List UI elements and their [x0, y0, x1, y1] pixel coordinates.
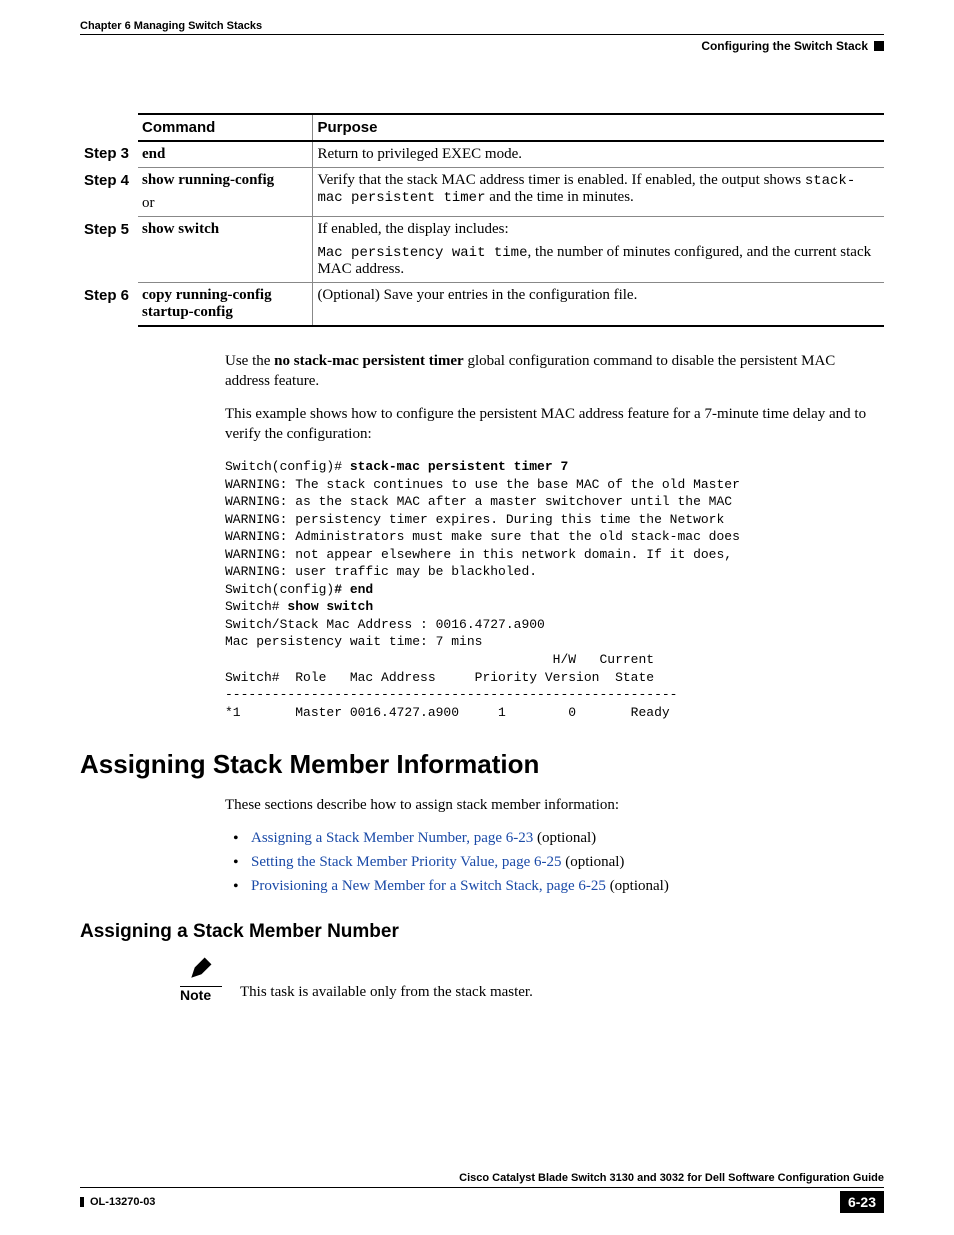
- body-text-block: Use the no stack-mac persistent timer gl…: [225, 352, 874, 721]
- p1-a: Use the: [225, 353, 274, 369]
- table-row: Step 4 show running-config or Verify tha…: [80, 168, 884, 217]
- header-marker-icon: [874, 41, 884, 51]
- footer-book-title: Cisco Catalyst Blade Switch 3130 and 303…: [80, 1172, 884, 1188]
- p1-b: no stack-mac persistent timer: [274, 353, 464, 369]
- cl: show switch: [287, 599, 373, 614]
- command-cell: end: [138, 141, 313, 168]
- table-row: Step 3 end Return to privileged EXEC mod…: [80, 141, 884, 168]
- purpose-pre: If enabled, the display includes:: [317, 221, 880, 238]
- col-header-purpose: Purpose: [313, 114, 884, 141]
- command-text: show running-config: [142, 172, 308, 189]
- note-left: Note: [180, 957, 222, 1003]
- xref-link[interactable]: Provisioning a New Member for a Switch S…: [251, 878, 606, 894]
- subsection-heading: Assigning a Stack Member Number: [80, 921, 884, 943]
- command-cell: show running-config or: [138, 168, 313, 217]
- page-footer: Cisco Catalyst Blade Switch 3130 and 303…: [80, 1172, 884, 1213]
- page-content: Command Purpose Step 3 end Return to pri…: [80, 113, 884, 1003]
- cl: Mac persistency wait time: 7 mins: [225, 634, 482, 649]
- list-item: Assigning a Stack Member Number, page 6-…: [251, 830, 874, 847]
- list-item: Setting the Stack Member Priority Value,…: [251, 854, 874, 871]
- command-steps-table: Command Purpose Step 3 end Return to pri…: [80, 113, 884, 327]
- cl: H/W Current: [225, 652, 654, 667]
- link-suffix: (optional): [606, 878, 669, 894]
- step-label: Step 6: [80, 283, 138, 327]
- footer-row: OL-13270-03 6-23: [80, 1191, 884, 1213]
- cl: # end: [334, 582, 373, 597]
- note-text: This task is available only from the sta…: [240, 984, 533, 1003]
- cl: Switch#: [225, 599, 287, 614]
- code-block: Switch(config)# stack-mac persistent tim…: [225, 458, 874, 721]
- purpose-text: (Optional) Save your entries in the conf…: [317, 287, 637, 303]
- xref-link[interactable]: Assigning a Stack Member Number, page 6-…: [251, 830, 533, 846]
- table-row: Step 5 show switch If enabled, the displ…: [80, 217, 884, 283]
- section-body: These sections describe how to assign st…: [225, 796, 874, 895]
- note-label: Note: [180, 987, 222, 1003]
- command-text: copy running-config startup-config: [142, 287, 272, 320]
- cl: Switch(config): [225, 582, 334, 597]
- cl: Switch/Stack Mac Address : 0016.4727.a90…: [225, 617, 545, 632]
- purpose-line2: Mac persistency wait time, the number of…: [317, 244, 880, 278]
- paragraph: Use the no stack-mac persistent timer gl…: [225, 352, 874, 391]
- cl: WARNING: The stack continues to use the …: [225, 477, 740, 492]
- page-number-badge: 6-23: [840, 1191, 884, 1213]
- chapter-label: Chapter 6 Managing Switch Stacks: [80, 20, 884, 32]
- section-heading: Assigning Stack Member Information: [80, 749, 884, 780]
- page-header: Chapter 6 Managing Switch Stacks: [80, 20, 884, 35]
- cl: stack-mac persistent timer 7: [350, 459, 568, 474]
- step-label: Step 5: [80, 217, 138, 283]
- list-item: Provisioning a New Member for a Switch S…: [251, 878, 874, 895]
- purpose-text: Return to privileged EXEC mode.: [317, 146, 522, 162]
- command-cell: copy running-config startup-config: [138, 283, 313, 327]
- link-suffix: (optional): [533, 830, 596, 846]
- command-extra: or: [142, 195, 308, 212]
- link-suffix: (optional): [562, 854, 625, 870]
- command-text: show switch: [142, 221, 219, 237]
- cl: ----------------------------------------…: [225, 687, 677, 702]
- purpose-cell: If enabled, the display includes: Mac pe…: [313, 217, 884, 283]
- paragraph: These sections describe how to assign st…: [225, 796, 874, 816]
- purpose-post: and the time in minutes.: [485, 189, 633, 205]
- document-page: Chapter 6 Managing Switch Stacks Configu…: [0, 0, 954, 1235]
- footer-doc-id: OL-13270-03: [80, 1196, 155, 1208]
- cl: WARNING: persistency timer expires. Duri…: [225, 512, 724, 527]
- cl: WARNING: as the stack MAC after a master…: [225, 494, 732, 509]
- cl: *1 Master 0016.4727.a900 1 0 Ready: [225, 705, 670, 720]
- cl: WARNING: user traffic may be blackholed.: [225, 564, 537, 579]
- purpose-cell: (Optional) Save your entries in the conf…: [313, 283, 884, 327]
- xref-link[interactable]: Setting the Stack Member Priority Value,…: [251, 854, 562, 870]
- purpose-pre: Verify that the stack MAC address timer …: [317, 172, 804, 188]
- section-label: Configuring the Switch Stack: [701, 39, 868, 53]
- cl: WARNING: not appear elsewhere in this ne…: [225, 547, 732, 562]
- step-label: Step 3: [80, 141, 138, 168]
- doc-id-text: OL-13270-03: [90, 1196, 155, 1208]
- purpose-mono: Mac persistency wait time: [317, 245, 527, 261]
- spacer-head: [80, 114, 138, 141]
- note-block: Note This task is available only from th…: [180, 957, 884, 1003]
- purpose-cell: Verify that the stack MAC address timer …: [313, 168, 884, 217]
- cl: Switch# Role Mac Address Priority Versio…: [225, 670, 654, 685]
- step-label: Step 4: [80, 168, 138, 217]
- link-list: Assigning a Stack Member Number, page 6-…: [225, 830, 874, 895]
- command-cell: show switch: [138, 217, 313, 283]
- footer-tick-icon: [80, 1197, 84, 1207]
- purpose-cell: Return to privileged EXEC mode.: [313, 141, 884, 168]
- section-label-row: Configuring the Switch Stack: [80, 39, 884, 53]
- cl: Switch(config)#: [225, 459, 350, 474]
- paragraph: This example shows how to configure the …: [225, 405, 874, 444]
- cl: WARNING: Administrators must make sure t…: [225, 529, 740, 544]
- note-pencil-icon: [180, 957, 222, 987]
- col-header-command: Command: [138, 114, 313, 141]
- command-text: end: [142, 146, 165, 162]
- table-row: Step 6 copy running-config startup-confi…: [80, 283, 884, 327]
